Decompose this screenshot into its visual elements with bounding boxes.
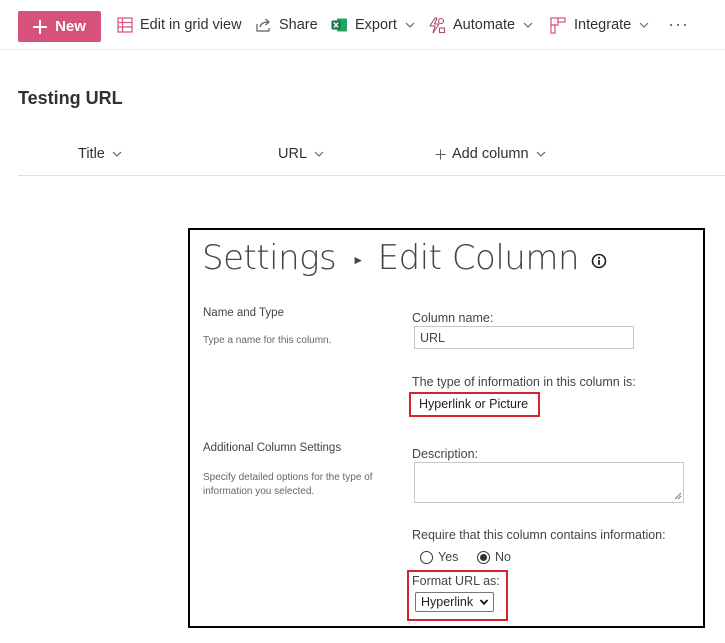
breadcrumb-settings[interactable]: Settings — [202, 238, 337, 278]
integrate-icon — [550, 16, 566, 34]
new-button[interactable]: New — [18, 11, 101, 42]
excel-icon — [331, 18, 347, 32]
required-no-radio[interactable]: No — [477, 550, 511, 564]
column-type-value: Hyperlink or Picture — [419, 397, 529, 411]
page-title: Settings ► Edit Column — [202, 238, 607, 278]
section-title-name-type: Name and Type — [203, 307, 284, 319]
export-label: Export — [355, 17, 397, 33]
section-title-additional: Additional Column Settings — [203, 442, 342, 454]
description-textarea[interactable] — [414, 462, 684, 503]
column-name-input[interactable] — [414, 326, 634, 349]
chevron-down-icon — [639, 22, 649, 28]
chevron-down-icon — [112, 151, 122, 157]
header-divider — [18, 175, 725, 176]
automate-label: Automate — [453, 17, 516, 33]
radio-circle-selected — [477, 550, 490, 564]
column-header-title[interactable]: Title — [78, 144, 123, 164]
plus-icon — [33, 19, 48, 34]
integrate-button[interactable]: Integrate — [550, 14, 650, 36]
chevron-down-icon — [523, 22, 533, 28]
automate-button[interactable]: Automate — [428, 14, 534, 36]
radio-label: Yes — [438, 550, 459, 564]
section-desc-additional: Specify detailed options for the type of… — [203, 472, 373, 497]
command-bar: New Edit in grid view Share Export Autom… — [0, 0, 725, 50]
radio-label: No — [495, 550, 511, 564]
list-title: Testing URL — [18, 88, 123, 108]
grid-icon — [117, 17, 133, 33]
breadcrumb-edit-column: Edit Column — [377, 238, 580, 278]
share-button[interactable]: Share — [255, 14, 318, 36]
integrate-label: Integrate — [574, 17, 632, 33]
edit-grid-view-label: Edit in grid view — [140, 17, 242, 33]
chevron-down-icon — [314, 151, 324, 157]
automate-icon — [429, 16, 446, 34]
add-column-button[interactable]: Add column — [435, 144, 547, 164]
chevron-down-icon — [405, 22, 415, 28]
format-url-select[interactable]: Hyperlink — [415, 592, 494, 612]
chevron-down-icon — [479, 599, 489, 606]
breadcrumb-arrow-icon: ► — [352, 253, 364, 267]
resize-grip-icon[interactable] — [674, 492, 682, 500]
description-label: Description: — [412, 447, 478, 461]
radio-circle — [420, 550, 433, 564]
more-options-button[interactable]: ··· — [668, 14, 689, 34]
column-name-label: Column name: — [412, 311, 494, 325]
format-url-label: Format URL as: — [412, 574, 500, 588]
required-label: Require that this column contains inform… — [412, 528, 666, 542]
edit-grid-view-button[interactable]: Edit in grid view — [117, 14, 242, 36]
column-header-url[interactable]: URL — [278, 144, 325, 164]
add-column-label: Add column — [452, 146, 529, 162]
type-label: The type of information in this column i… — [412, 375, 636, 389]
export-button[interactable]: Export — [331, 14, 416, 36]
plus-icon — [435, 149, 446, 159]
format-url-value: Hyperlink — [421, 595, 474, 609]
column-header-label: Title — [78, 146, 105, 162]
share-label: Share — [279, 17, 318, 33]
chevron-down-icon — [536, 151, 545, 157]
new-button-label: New — [55, 18, 86, 35]
info-icon[interactable] — [591, 253, 607, 269]
share-icon — [256, 18, 270, 32]
column-header-label: URL — [278, 146, 308, 162]
required-yes-radio[interactable]: Yes — [420, 550, 458, 564]
edit-column-panel: Settings ► Edit Column Name and Type Typ… — [188, 228, 705, 628]
section-desc-name-type: Type a name for this column. — [203, 335, 332, 346]
